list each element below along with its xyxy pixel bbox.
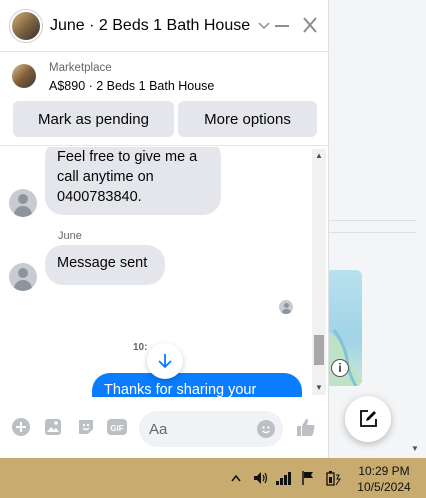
message-bubble-outgoing[interactable]: Thanks for sharing your bbox=[92, 373, 302, 397]
plus-circle-icon[interactable] bbox=[10, 416, 32, 438]
gif-icon[interactable]: GIF bbox=[106, 416, 128, 438]
sender-avatar[interactable] bbox=[9, 263, 37, 291]
chevron-down-icon[interactable] bbox=[258, 19, 270, 33]
compose-icon bbox=[360, 410, 377, 427]
chat-title[interactable]: June · 2 Beds 1 Bath House bbox=[50, 17, 250, 35]
marketplace-label: Marketplace bbox=[49, 62, 112, 74]
message-input-placeholder: Aa bbox=[149, 421, 168, 438]
composer: GIF Aa bbox=[0, 404, 329, 452]
mark-as-pending-button[interactable]: Mark as pending bbox=[13, 101, 174, 137]
chevron-up-icon[interactable] bbox=[231, 470, 241, 486]
scroll-to-bottom-button[interactable] bbox=[147, 343, 183, 379]
new-message-button[interactable] bbox=[345, 396, 391, 442]
timestamp-separator: 10: bbox=[133, 342, 148, 353]
flag-icon[interactable] bbox=[301, 470, 315, 486]
scroll-up-arrow-icon[interactable]: ▲ bbox=[315, 151, 323, 160]
close-icon[interactable] bbox=[302, 14, 318, 41]
scrollbar-thumb[interactable] bbox=[314, 335, 324, 365]
clock-time: 10:29 PM bbox=[358, 464, 410, 478]
seen-indicator-avatar bbox=[279, 300, 293, 314]
more-options-button[interactable]: More options bbox=[178, 101, 317, 137]
info-icon[interactable]: i bbox=[331, 359, 349, 377]
avatar[interactable] bbox=[10, 9, 42, 42]
chat-window: June · 2 Beds 1 Bath House Marketplace A… bbox=[0, 0, 329, 458]
background-sidebar bbox=[318, 0, 426, 458]
thumbs-up-icon[interactable] bbox=[295, 416, 317, 438]
listing-title[interactable]: A$890 · 2 Beds 1 Bath House bbox=[49, 79, 214, 93]
message-bubble[interactable]: Feel free to give me a call anytime on 0… bbox=[45, 147, 221, 215]
scroll-down-arrow-icon[interactable]: ▼ bbox=[411, 444, 419, 453]
battery-icon[interactable] bbox=[325, 470, 341, 486]
sender-name: June bbox=[58, 230, 82, 242]
volume-icon[interactable] bbox=[252, 470, 270, 486]
svg-text:GIF: GIF bbox=[110, 424, 123, 433]
marketplace-listing: Marketplace A$890 · 2 Beds 1 Bath House … bbox=[0, 54, 329, 146]
message-line: Feel free to give me a bbox=[57, 149, 198, 165]
emoji-icon[interactable] bbox=[257, 420, 275, 438]
scroll-down-arrow-icon[interactable]: ▼ bbox=[315, 383, 323, 392]
minimize-icon[interactable] bbox=[274, 14, 290, 41]
listing-thumbnail[interactable] bbox=[12, 64, 36, 88]
photo-icon[interactable] bbox=[42, 416, 64, 438]
chat-header[interactable]: June · 2 Beds 1 Bath House bbox=[0, 0, 329, 52]
message-line: call anytime on bbox=[57, 169, 154, 185]
background-divider bbox=[326, 232, 416, 233]
background-divider bbox=[326, 220, 416, 221]
clock-date: 10/5/2024 bbox=[357, 480, 411, 494]
message-line: 0400783840. bbox=[57, 189, 142, 205]
message-list[interactable]: Feel free to give me a call anytime on 0… bbox=[0, 147, 313, 397]
message-input[interactable]: Aa bbox=[139, 411, 283, 447]
system-clock[interactable]: 10:29 PM 10/5/2024 bbox=[352, 463, 416, 495]
scrollbar[interactable]: ▲ ▼ bbox=[312, 149, 326, 395]
sticker-icon[interactable] bbox=[75, 416, 97, 438]
sender-avatar[interactable] bbox=[9, 189, 37, 217]
network-icon[interactable] bbox=[275, 470, 293, 486]
message-bubble[interactable]: Message sent bbox=[45, 245, 165, 285]
taskbar: 10:29 PM 10/5/2024 bbox=[0, 458, 426, 498]
